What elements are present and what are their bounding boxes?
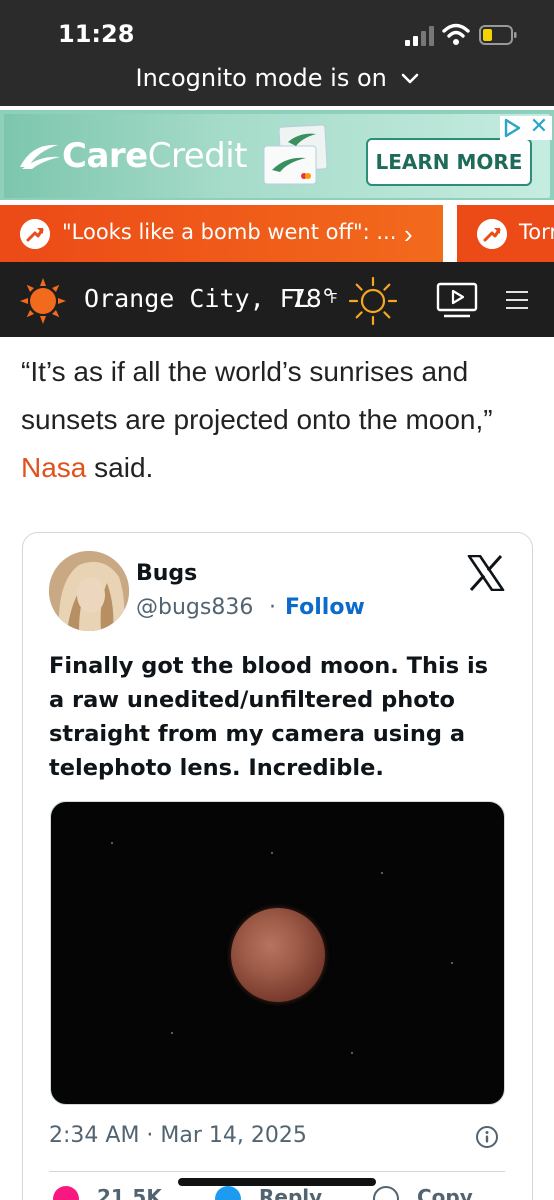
article-paragraph: “It’s as if all the world’s sunrises and…: [21, 348, 521, 492]
separator-dot: ·: [269, 595, 276, 620]
avatar-image: [49, 551, 129, 631]
trending-arrow-icon: [477, 219, 507, 249]
nasa-link[interactable]: Nasa: [21, 452, 86, 483]
sun-outline-icon: [348, 276, 398, 326]
weather-location[interactable]: Orange City, FL: [84, 284, 310, 313]
info-icon[interactable]: [475, 1125, 499, 1149]
avatar[interactable]: [49, 551, 129, 631]
reply-button[interactable]: Reply: [215, 1185, 322, 1200]
trending-bar: "Looks like a bomb went off": ... › Torr: [0, 205, 554, 262]
tweet-author-name[interactable]: Bugs: [136, 561, 197, 586]
star: [271, 852, 273, 854]
tweet-text: Finally got the blood moon. This is a ra…: [49, 653, 489, 781]
battery-icon: [479, 25, 517, 45]
trending-item[interactable]: "Looks like a bomb went off": ... ›: [0, 205, 443, 262]
reply-icon: [215, 1185, 241, 1200]
star: [381, 872, 383, 874]
trending-item[interactable]: Torr: [457, 205, 554, 262]
blood-moon: [231, 908, 325, 1002]
weather-unit: F: [330, 292, 338, 307]
trending-arrow-icon: [20, 219, 50, 249]
signal-icon: [405, 26, 434, 46]
carecredit-swoosh-icon: [20, 144, 60, 169]
reply-label: Reply: [259, 1185, 323, 1200]
copy-link-icon: [373, 1185, 399, 1200]
chevron-right-icon: ›: [404, 219, 413, 249]
trending-headline: "Looks like a bomb went off": ...: [62, 220, 397, 244]
tweet-author-handle[interactable]: @bugs836: [136, 595, 253, 620]
heart-icon: [53, 1185, 79, 1200]
star: [451, 962, 453, 964]
star: [111, 842, 113, 844]
ad-banner[interactable]: Care Credit LEARN MORE: [0, 110, 554, 200]
ad-brand-credit: Credit: [147, 136, 248, 176]
ad-close-icon[interactable]: ✕: [528, 116, 550, 138]
embedded-tweet[interactable]: Bugs @bugs836 · Follow Finally got the b…: [22, 532, 533, 1200]
status-time: 11:28: [58, 20, 135, 48]
video-icon[interactable]: [436, 282, 478, 320]
like-button[interactable]: 21.5K: [53, 1185, 162, 1200]
incognito-toggle[interactable]: Incognito mode is on: [0, 64, 554, 92]
copy-link-button[interactable]: Copy: [373, 1185, 473, 1200]
copy-label: Copy: [417, 1185, 473, 1200]
incognito-label: Incognito mode is on: [135, 64, 387, 92]
wifi-icon: [442, 23, 470, 45]
star: [171, 1032, 173, 1034]
menu-icon[interactable]: [506, 290, 528, 310]
star: [351, 1052, 353, 1054]
divider: [49, 1171, 505, 1172]
home-indicator: [178, 1178, 376, 1186]
tweet-timestamp[interactable]: 2:34 AM · Mar 14, 2025: [49, 1123, 307, 1148]
browser-top-bar: 11:28 Incognito mode is on: [0, 0, 554, 106]
tweet-actions: 21.5K Reply Copy: [49, 1185, 509, 1200]
credit-cards-image: [263, 124, 328, 185]
weather-temperature: 78°: [290, 284, 335, 313]
article-text-end: said.: [86, 452, 154, 483]
ad-brand-care: Care: [62, 136, 148, 176]
adchoices-icon[interactable]: [502, 118, 522, 138]
learn-more-button[interactable]: LEARN MORE: [366, 138, 532, 186]
trending-headline: Torr: [519, 220, 554, 244]
sun-icon: [20, 278, 66, 324]
follow-button[interactable]: Follow: [285, 595, 365, 620]
tweet-photo[interactable]: [50, 801, 505, 1105]
chevron-down-icon: [401, 73, 418, 84]
x-logo-icon[interactable]: [467, 555, 505, 591]
article-text: “It’s as if all the world’s sunrises and…: [21, 356, 493, 435]
like-count: 21.5K: [97, 1185, 162, 1200]
weather-bar: Orange City, FL 78° F: [0, 262, 554, 337]
ad-logo: Care Credit: [18, 136, 247, 176]
